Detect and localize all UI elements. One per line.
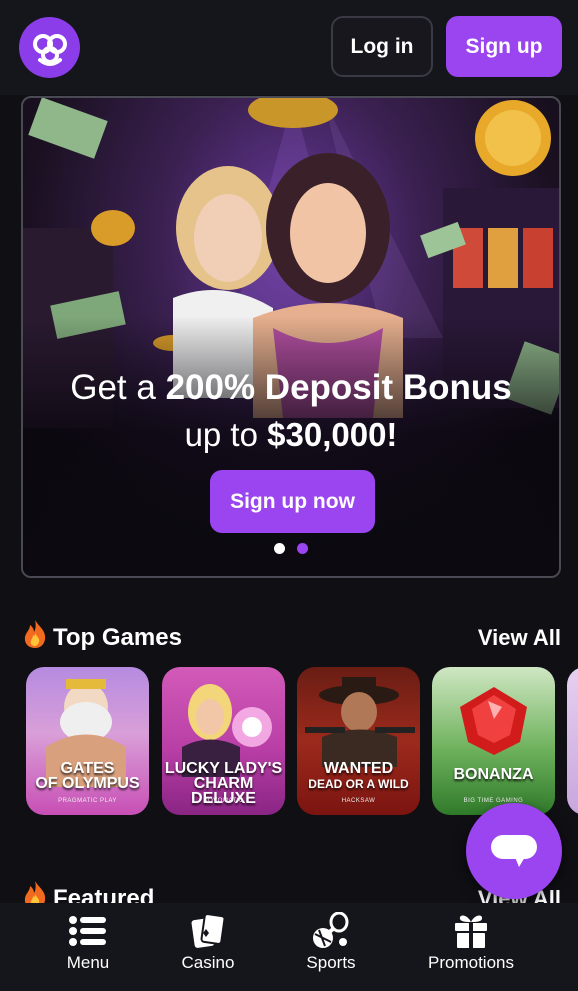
game-tile-lucky-ladys-charm[interactable]: LUCKY LADY'S CHARM DELUXE NOVOMATIC xyxy=(162,667,285,815)
game-tile-wanted-dead-or-a-wild[interactable]: WANTED DEAD OR A WILD HACKSAW xyxy=(297,667,420,815)
game-title: WANTED DEAD OR A WILD xyxy=(308,760,409,792)
carousel-dots xyxy=(23,543,559,554)
carousel-dot-1[interactable] xyxy=(274,543,285,554)
top-games-header: Top Games View All xyxy=(21,619,561,656)
signup-button[interactable]: Sign up xyxy=(446,16,562,77)
top-games-view-all-link[interactable]: View All xyxy=(478,625,561,651)
game-provider: HACKSAW xyxy=(341,798,376,804)
game-title: GATES OF OLYMPUS xyxy=(35,760,140,792)
brand-logo-icon[interactable] xyxy=(19,17,80,78)
fire-icon xyxy=(21,619,49,656)
carousel-dot-2[interactable] xyxy=(297,543,308,554)
nav-promotions[interactable]: Promotions xyxy=(420,903,522,991)
game-tile-gates-of-olympus[interactable]: GATES OF OLYMPUS PRAGMATIC PLAY xyxy=(26,667,149,815)
top-games-title: Top Games xyxy=(21,619,182,656)
game-tile-partial[interactable] xyxy=(567,667,578,815)
nav-label: Menu xyxy=(66,953,110,972)
game-art xyxy=(460,687,527,755)
playing-cards-icon xyxy=(189,909,227,953)
game-provider: PRAGMATIC PLAY xyxy=(58,798,117,804)
bottom-nav: Menu Casino Sports Promotions xyxy=(0,903,578,991)
game-art xyxy=(46,679,126,787)
gift-icon xyxy=(453,909,489,953)
top-header: Log in Sign up xyxy=(0,0,578,95)
chat-bubble-icon xyxy=(491,835,537,867)
chat-button[interactable] xyxy=(466,803,562,899)
nav-label: Promotions xyxy=(428,953,514,972)
game-provider: BIG TIME GAMING xyxy=(463,798,524,804)
signup-now-button[interactable]: Sign up now xyxy=(210,470,375,533)
top-games-carousel[interactable]: GATES OF OLYMPUS PRAGMATIC PLAY LUCKY LAD… xyxy=(26,667,578,817)
page: Log in Sign up Get a 200% Deposit Bonus … xyxy=(0,0,578,991)
game-title: BONANZA xyxy=(453,766,534,783)
promo-banner[interactable]: Get a 200% Deposit Bonus up to $30,000! … xyxy=(21,96,561,578)
nav-menu[interactable]: Menu xyxy=(58,903,118,991)
menu-list-icon xyxy=(68,909,108,953)
banner-subtitle: up to $30,000! xyxy=(184,416,398,453)
sports-icon xyxy=(311,909,351,953)
game-tile-bonanza[interactable]: BONANZA BIG TIME GAMING xyxy=(432,667,555,815)
banner-title: Get a 200% Deposit Bonus xyxy=(70,368,512,407)
nav-casino[interactable]: Casino xyxy=(172,903,244,991)
game-art xyxy=(305,677,415,767)
login-button[interactable]: Log in xyxy=(331,16,433,77)
nav-label: Sports xyxy=(306,953,356,972)
nav-sports[interactable]: Sports xyxy=(298,903,364,991)
game-provider: NOVOMATIC xyxy=(203,798,244,804)
nav-label: Casino xyxy=(181,953,235,972)
